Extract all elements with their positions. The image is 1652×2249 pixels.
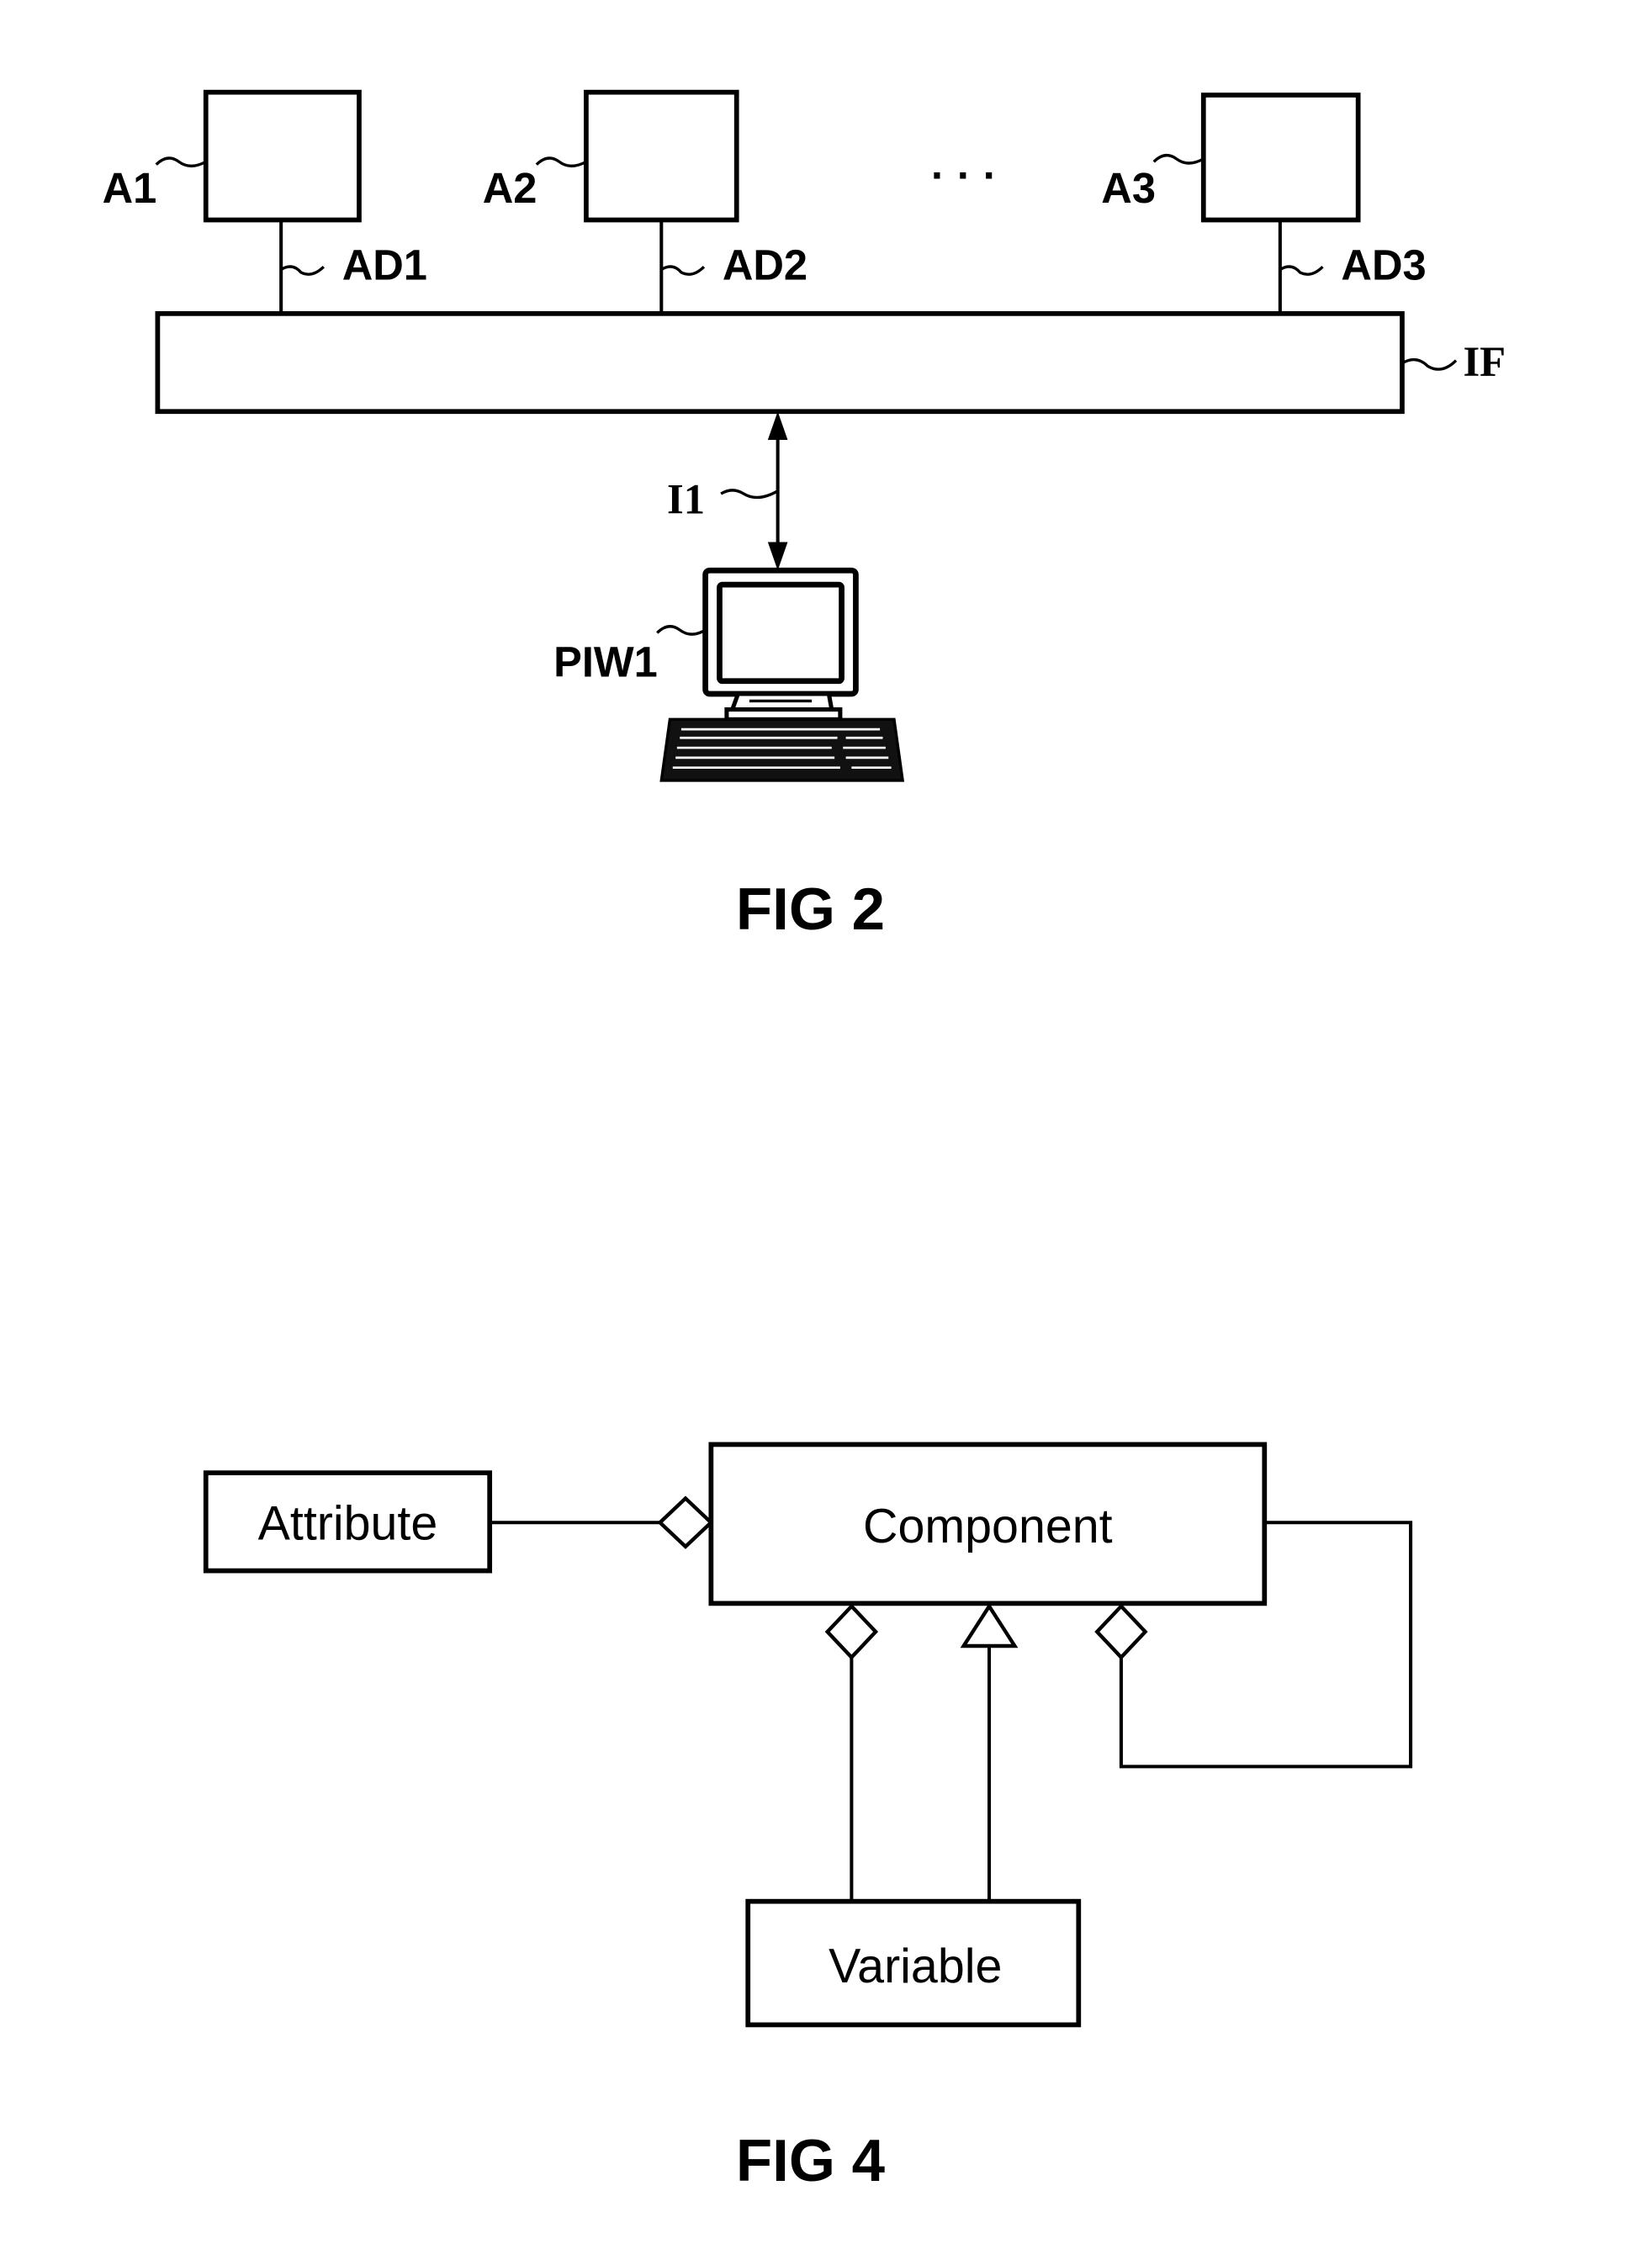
generalization-triangle	[960, 1602, 1019, 1648]
class-component: Component	[708, 1442, 1268, 1606]
label-ad1: AD1	[342, 241, 427, 288]
application-box-a3	[1200, 93, 1361, 223]
leader-a1	[155, 156, 207, 168]
leader-ad2	[660, 265, 706, 276]
application-box-a1	[203, 89, 362, 223]
label-a1: A1	[103, 164, 157, 212]
fig4: Attribute Component Variable FIG 4	[203, 1442, 1413, 2194]
aggregation-diamond-variable	[824, 1603, 879, 1660]
variable-label: Variable	[829, 1939, 1002, 1993]
leader-a2	[535, 156, 587, 168]
leader-ad1	[280, 265, 325, 276]
connection-i1: I1	[667, 411, 788, 571]
interface-bar	[155, 310, 1405, 415]
component-label: Component	[863, 1500, 1113, 1553]
interface-if: IF	[155, 310, 1506, 415]
label-i1: I1	[667, 476, 705, 523]
workstation-piw1: PIW1	[553, 567, 905, 782]
arrowhead-down	[767, 542, 788, 571]
patent-drawing-sheet: A1 AD1 A2 AD2 · · · A3 AD3 IF I1 PIW1 FI…	[103, 89, 1506, 2194]
label-ad2: AD2	[723, 241, 807, 288]
leader-a3	[1152, 153, 1205, 165]
label-if: IF	[1463, 338, 1506, 385]
aggregation-diamond-attribute	[657, 1495, 714, 1549]
application-a1: A1 AD1	[103, 89, 427, 314]
arrowhead-up	[767, 411, 788, 440]
figure-caption-fig2: FIG 2	[736, 876, 885, 943]
label-a2: A2	[483, 164, 537, 212]
class-attribute: Attribute	[203, 1470, 493, 1574]
leader-if	[1401, 357, 1458, 371]
aggregation-diamond-self	[1094, 1603, 1148, 1660]
class-variable: Variable	[745, 1898, 1082, 2028]
label-piw1: PIW1	[553, 638, 658, 686]
application-box-a2	[584, 89, 739, 223]
fig2: A1 AD1 A2 AD2 · · · A3 AD3 IF I1 PIW1 FI…	[103, 89, 1506, 943]
monitor-screen	[717, 581, 845, 685]
attribute-label: Attribute	[258, 1496, 438, 1550]
ellipsis-more-applications: · · ·	[931, 151, 998, 199]
application-a2: A2 AD2	[483, 89, 807, 314]
computer-icon	[659, 567, 905, 782]
application-a3: A3 AD3	[1101, 93, 1427, 314]
label-ad3: AD3	[1341, 241, 1426, 288]
leader-ad3	[1279, 265, 1324, 276]
label-a3: A3	[1101, 164, 1156, 212]
leader-piw1	[656, 625, 707, 636]
leader-i1	[720, 489, 779, 500]
stand-base	[724, 707, 843, 722]
figure-caption-fig4: FIG 4	[736, 2128, 886, 2194]
